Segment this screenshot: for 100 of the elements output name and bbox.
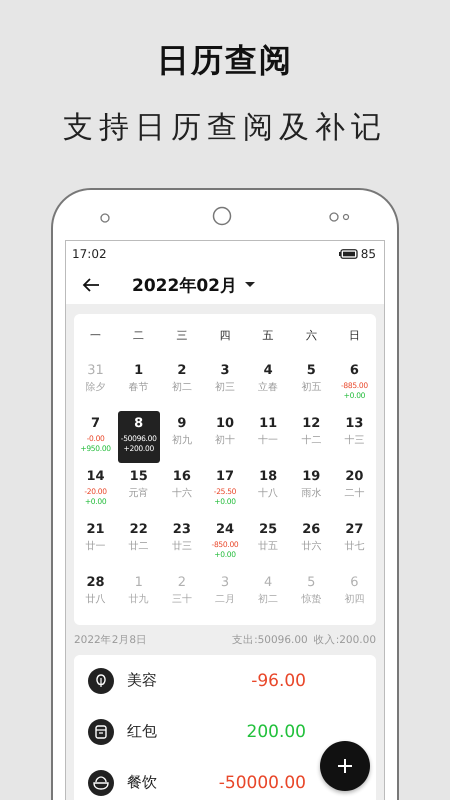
lunar-date: 廿五 <box>258 540 278 554</box>
day-number: 15 <box>130 468 148 486</box>
weekday-label: 三 <box>176 328 188 344</box>
lunar-date: 初九 <box>172 434 192 448</box>
lunar-date: 惊蛰 <box>301 593 322 608</box>
day-number: 4 <box>264 574 272 592</box>
lunar-date: 十三 <box>344 434 364 448</box>
day-number: 25 <box>259 521 278 538</box>
weekday-label: 二 <box>133 328 144 344</box>
day-number: 17 <box>216 468 234 486</box>
day-number: 1 <box>134 362 144 380</box>
day-number: 19 <box>302 468 320 486</box>
day-cell[interactable]: 25 廿五 <box>247 517 290 570</box>
weekday-label: 一 <box>90 328 102 344</box>
day-cell[interactable]: 2 初二 <box>160 358 203 410</box>
day-number: 24 <box>216 521 234 538</box>
day-cell[interactable]: 18 十八 <box>247 464 290 516</box>
lunar-date: 除夕 <box>86 381 106 396</box>
day-cell[interactable]: 5 初五 <box>290 358 332 410</box>
expense-total: 支出:50096.00 <box>232 632 308 647</box>
lunar-date: 雨水 <box>301 487 322 502</box>
lunar-date: 初三 <box>214 381 235 396</box>
lunar-date: 立春 <box>258 381 278 396</box>
lunar-date: 廿三 <box>172 540 192 554</box>
day-number: 2 <box>178 574 186 592</box>
lunar-date: 十八 <box>258 487 278 502</box>
bowl-icon <box>88 770 114 796</box>
weekday-label: 六 <box>306 328 317 344</box>
sensor-icon <box>329 212 351 222</box>
day-number: 5 <box>307 574 316 592</box>
day-cell[interactable]: 9 初九 <box>160 411 203 464</box>
category-name: 美容 <box>127 671 158 690</box>
summary-date: 2022年2月8日 <box>74 632 148 647</box>
day-cell[interactable]: 28 廿八 <box>74 570 117 622</box>
lunar-date: 廿二 <box>128 540 149 554</box>
day-cell[interactable]: 1 春节 <box>118 358 160 410</box>
lunar-date: 元宵 <box>128 487 149 502</box>
income-total: 收入:200.00 <box>314 632 376 647</box>
day-number: 26 <box>302 521 320 538</box>
day-cell[interactable]: 19 雨水 <box>290 464 332 516</box>
day-number: 3 <box>220 574 230 592</box>
jar-icon <box>88 718 114 744</box>
day-cell[interactable]: 20 二十 <box>333 464 376 516</box>
day-cell[interactable]: 3 初三 <box>204 358 246 410</box>
day-number: 7 <box>91 415 100 432</box>
lunar-date: 二月 <box>214 593 235 608</box>
record-amount: 200.00 <box>246 722 306 742</box>
lunar-date: 初五 <box>301 381 322 396</box>
day-cell[interactable]: 15 元宵 <box>118 464 160 516</box>
day-number: 10 <box>216 415 234 432</box>
day-number: 14 <box>86 468 105 486</box>
day-number: 31 <box>87 362 104 380</box>
day-number: 9 <box>177 415 186 432</box>
day-number: 28 <box>86 574 105 592</box>
day-number: 4 <box>264 362 273 380</box>
lunar-date: 廿六 <box>301 540 322 554</box>
record-amount: -50000.00 <box>218 772 306 792</box>
lunar-date: 春节 <box>128 381 149 396</box>
weekday-label: 四 <box>219 328 230 344</box>
day-cell[interactable]: 23 廿三 <box>160 517 203 570</box>
back-button[interactable] <box>80 276 102 294</box>
lunar-date: 十一 <box>258 434 278 448</box>
day-number: 13 <box>345 415 364 432</box>
day-number: 27 <box>345 521 364 538</box>
status-time: 17:02 <box>72 246 107 261</box>
day-number: 8 <box>134 415 144 432</box>
lunar-date: 三十 <box>172 593 192 608</box>
day-number: 2 <box>177 362 186 380</box>
day-cell[interactable]: 26 廿六 <box>290 517 332 570</box>
lunar-date: 初二 <box>172 381 192 396</box>
day-number: 21 <box>86 521 105 538</box>
category-name: 餐饮 <box>127 773 158 792</box>
day-number: 12 <box>302 415 320 432</box>
weekday-label: 五 <box>262 328 274 344</box>
plus-icon <box>338 759 352 773</box>
day-number: 23 <box>172 521 191 538</box>
day-cell[interactable]: 11 十一 <box>247 411 290 464</box>
day-number: 20 <box>345 468 364 486</box>
day-cell[interactable]: 16 十六 <box>160 464 203 516</box>
battery-icon <box>338 248 358 259</box>
day-cell[interactable]: 27 廿七 <box>333 517 376 570</box>
day-number: 18 <box>259 468 278 486</box>
day-number: 6 <box>350 574 359 592</box>
day-number: 22 <box>130 521 148 538</box>
day-number: 6 <box>350 362 359 380</box>
lunar-date: 二十 <box>344 487 364 502</box>
page-subheading: 支持日历查阅及补记 <box>63 109 387 147</box>
day-number: 3 <box>220 362 230 380</box>
day-cell[interactable]: 12 十二 <box>290 411 332 464</box>
day-number: 16 <box>172 468 191 486</box>
day-cell[interactable]: 4 立春 <box>247 358 290 410</box>
day-number: 11 <box>259 415 278 432</box>
lunar-date: 初二 <box>258 593 278 608</box>
day-cell[interactable]: 13 十三 <box>333 411 376 464</box>
day-number: 5 <box>306 362 316 380</box>
back-arrow-icon <box>82 278 100 292</box>
lunar-date: 廿七 <box>344 540 364 554</box>
day-cell[interactable]: 10 初十 <box>204 411 246 464</box>
day-cell[interactable]: 21 廿一 <box>74 517 117 570</box>
day-cell[interactable]: 22 廿二 <box>118 517 160 570</box>
